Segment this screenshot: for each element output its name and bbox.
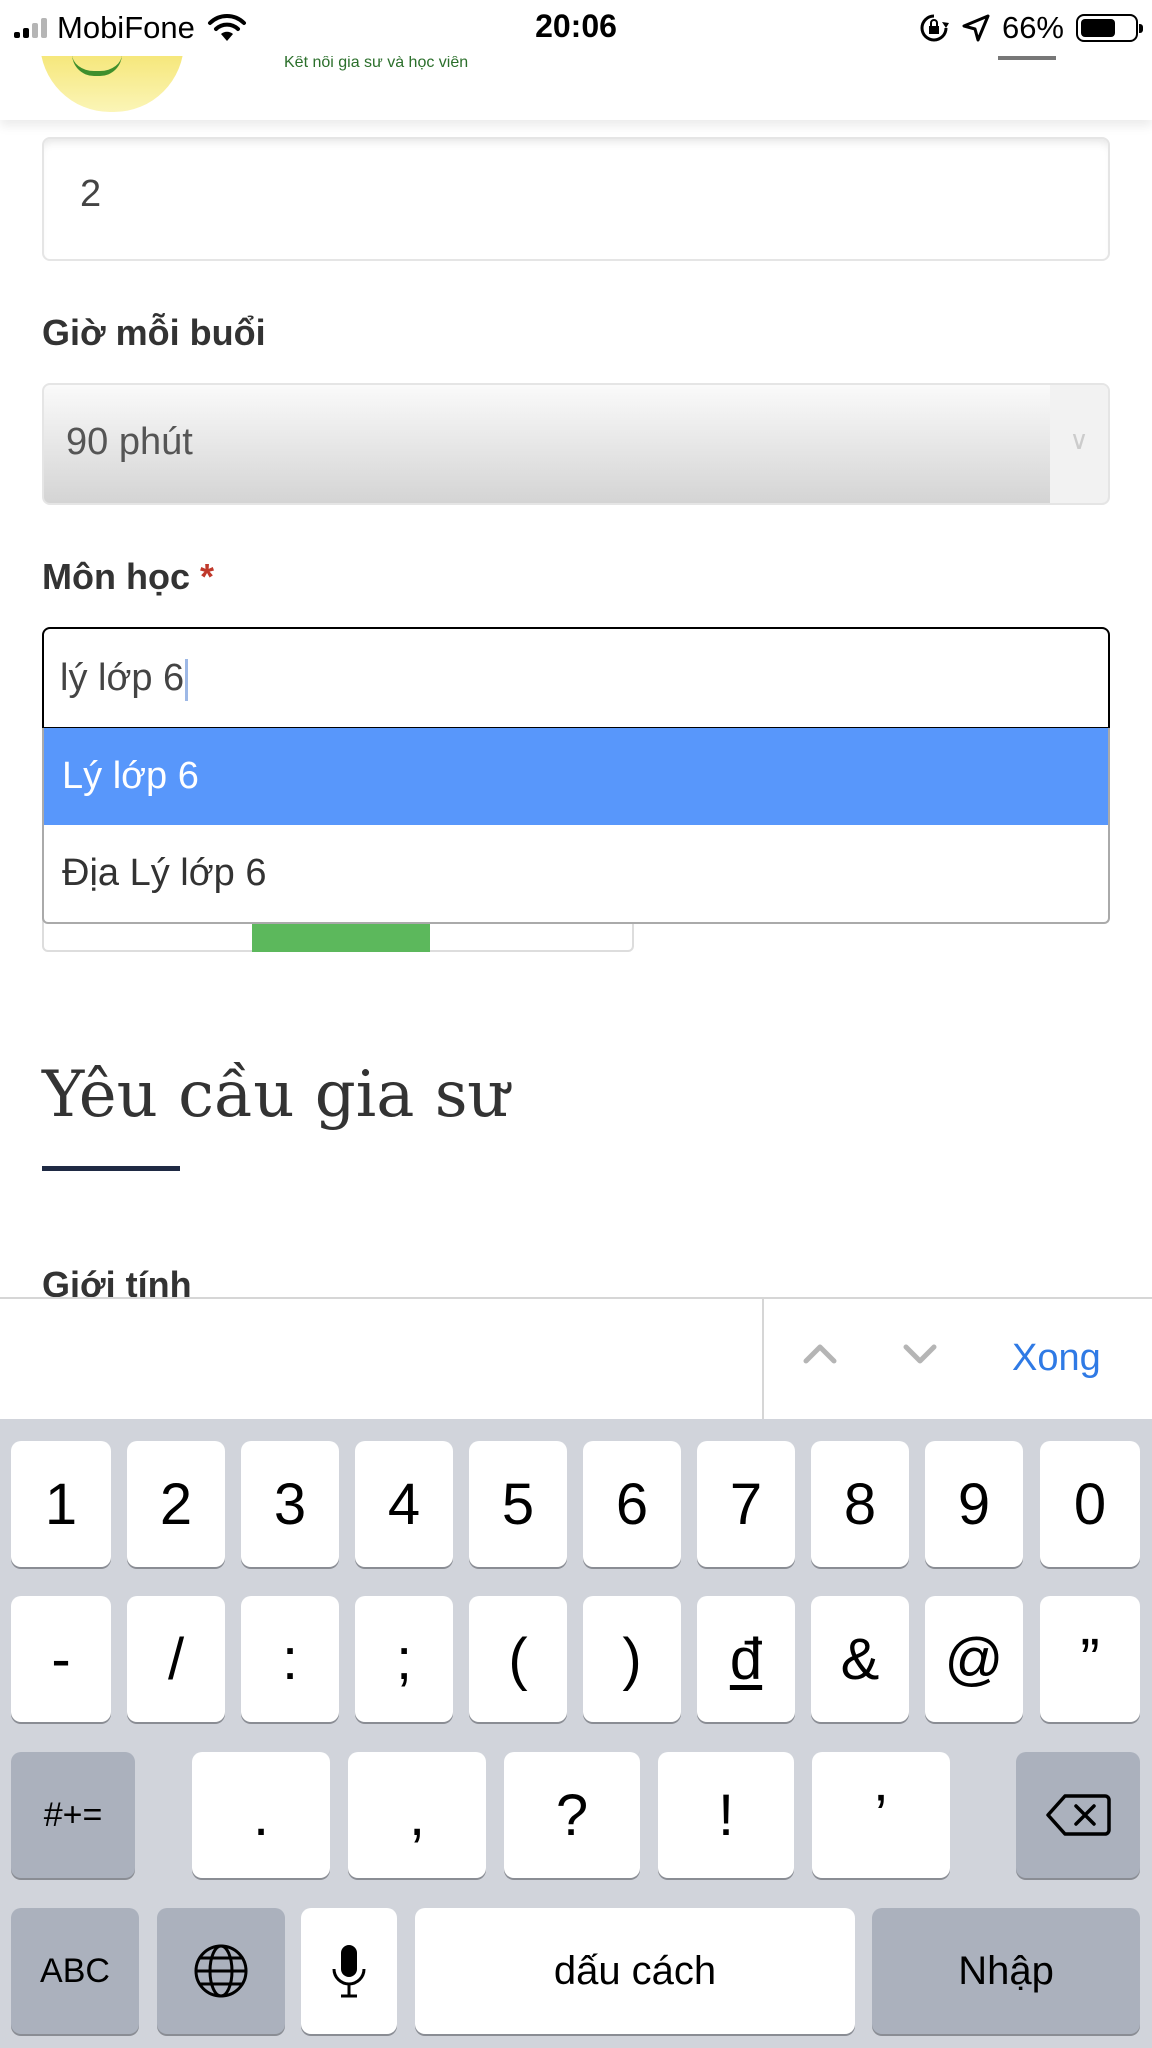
subject-search-input[interactable]: lý lớp 6 [42,627,1110,729]
key-open-paren[interactable]: ( [469,1596,567,1722]
chevron-down-icon: ∨ [1050,385,1108,503]
accessory-divider [762,1299,764,1421]
key-7[interactable]: 7 [697,1441,795,1567]
subject-search-text: lý lớp 6 [60,657,185,699]
key-exclamation[interactable]: ! [658,1752,794,1878]
key-close-paren[interactable]: ) [583,1596,681,1722]
key-hyphen[interactable]: - [11,1596,111,1722]
key-9[interactable]: 9 [925,1441,1023,1567]
key-period[interactable]: . [192,1752,330,1878]
key-semicolon[interactable]: ; [355,1596,453,1722]
key-d-stroke[interactable]: đ [697,1596,795,1722]
key-ampersand[interactable]: & [811,1596,909,1722]
key-at[interactable]: @ [925,1596,1023,1722]
battery-percentage: 66% [1001,10,1064,45]
key-symbols-switch[interactable]: #+= [11,1752,135,1878]
backspace-key[interactable] [1016,1752,1140,1878]
suggestion-item-ly-lop-6[interactable]: Lý lớp 6 [44,728,1108,825]
rotation-lock-icon [920,14,949,42]
globe-icon [194,1944,248,1998]
subject-suggestions: Lý lớp 6 Địa Lý lớp 6 [42,728,1110,924]
section-divider [42,1166,180,1171]
duration-select[interactable]: 90 phút ∨ [42,383,1110,505]
suggestion-item-dia-ly-lop-6[interactable]: Địa Lý lớp 6 [44,825,1108,922]
duration-label: Giờ mỗi buổi [42,312,266,353]
section-title: Yêu cầu gia sư [42,1058,509,1132]
site-tagline: Kết nối gia sư và học viên [284,54,469,71]
done-button[interactable]: Xong [1012,1337,1101,1380]
chevron-down-icon[interactable] [900,1333,940,1373]
key-comma[interactable]: , [348,1752,486,1878]
sessions-input[interactable]: 2 [42,137,1110,261]
location-arrow-icon [962,14,990,42]
globe-key[interactable] [157,1908,285,2034]
chevron-up-icon[interactable] [800,1333,840,1373]
key-1[interactable]: 1 [11,1441,111,1567]
key-4[interactable]: 4 [355,1441,453,1567]
backspace-icon [1046,1794,1111,1836]
key-5[interactable]: 5 [469,1441,567,1567]
menu-icon[interactable] [998,56,1056,60]
sessions-value: 2 [80,173,102,215]
key-colon[interactable]: : [241,1596,339,1722]
status-bar: MobiFone 20:06 66% [0,0,1152,56]
microphone-icon [332,1945,366,1998]
subject-search-value: lý lớp 6 [60,657,189,701]
return-key[interactable]: Nhập [872,1908,1140,2034]
key-0[interactable]: 0 [1040,1441,1140,1567]
numeric-keyboard: 1 2 3 4 5 6 7 8 9 0 - / : ; ( ) đ & @ ” … [0,1419,1152,2048]
required-mark: * [200,556,215,597]
status-right: 66% [918,8,1143,48]
key-quote[interactable]: ” [1040,1596,1140,1722]
battery-level-fill [1081,19,1116,37]
duration-selected-value: 90 phút [66,421,193,463]
text-caret [185,658,189,701]
dictation-key[interactable] [301,1908,397,2034]
keyboard-accessory-bar: Xong [0,1297,1152,1421]
key-6[interactable]: 6 [583,1441,681,1567]
app-header: Kết nối gia sư và học viên [0,54,1152,120]
subject-label: Môn học * [42,556,214,598]
key-abc[interactable]: ABC [11,1908,139,2034]
key-3[interactable]: 3 [241,1441,339,1567]
key-apostrophe[interactable]: ’ [812,1752,950,1878]
subject-label-text: Môn học [42,556,190,597]
key-8[interactable]: 8 [811,1441,909,1567]
battery-icon [1076,14,1143,42]
key-slash[interactable]: / [127,1596,225,1722]
key-2[interactable]: 2 [127,1441,225,1567]
space-key[interactable]: dấu cách [415,1908,855,2034]
key-question[interactable]: ? [504,1752,640,1878]
